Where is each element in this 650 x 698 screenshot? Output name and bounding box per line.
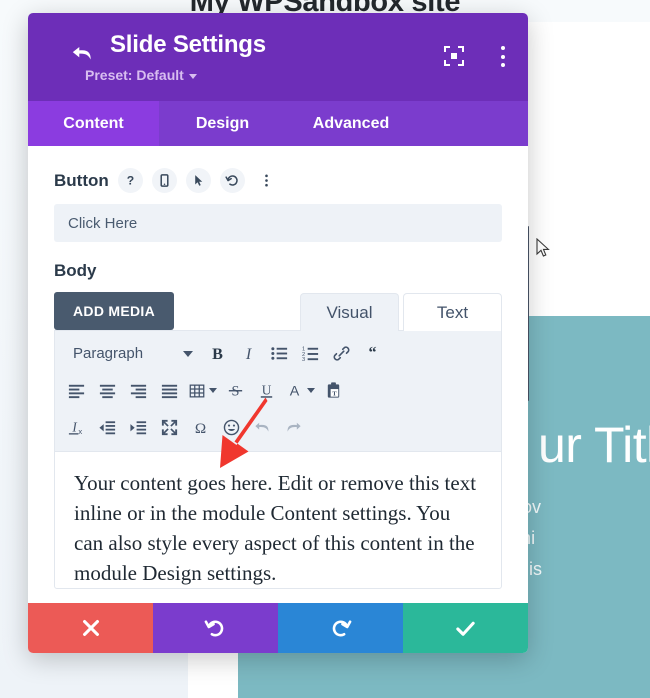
tab-design[interactable]: Design (159, 101, 286, 146)
body-field-group: Body ADD MEDIA Visual Text Paragraph B I… (28, 242, 528, 589)
chevron-down-icon (183, 350, 193, 357)
fullscreen-icon[interactable] (154, 412, 185, 443)
cancel-button[interactable] (28, 603, 153, 653)
svg-text:Ω: Ω (195, 420, 206, 437)
text-color-icon[interactable]: A (282, 375, 318, 406)
redo-icon (332, 619, 352, 636)
modal-body: Button ? Click Here Body ADD MEDIA Visua… (28, 146, 528, 603)
svg-text:A: A (290, 383, 300, 399)
tab-advanced[interactable]: Advanced (286, 101, 416, 146)
focus-mode-icon[interactable] (444, 46, 464, 66)
help-icon[interactable]: ? (117, 168, 143, 193)
table-icon[interactable] (185, 375, 220, 406)
reset-icon[interactable] (219, 168, 245, 193)
format-select-label: Paragraph (73, 345, 144, 362)
numbered-list-icon[interactable]: 1 2 3 (295, 338, 326, 369)
svg-text:B: B (212, 346, 223, 363)
overflow-menu-icon[interactable] (254, 168, 279, 193)
rich-text-editor: Paragraph B I 1 2 3 “ U A T I x Ω Your c… (54, 330, 502, 589)
svg-text:U: U (262, 382, 272, 397)
back-arrow-icon[interactable] (69, 40, 95, 66)
svg-text:I: I (71, 419, 77, 434)
clear-formatting-icon[interactable]: I x (61, 412, 92, 443)
editor-top-bar: ADD MEDIA Visual Text (54, 292, 502, 331)
button-text-input[interactable] (54, 204, 502, 242)
button-field-header: Button ? (54, 168, 502, 193)
body-field-label: Body (54, 261, 97, 280)
button-field-group: Button ? (28, 146, 528, 242)
save-button[interactable] (403, 603, 528, 653)
chevron-down-icon (209, 388, 217, 393)
underline-icon[interactable]: U (251, 375, 282, 406)
outdent-icon[interactable] (92, 412, 123, 443)
toolbar-row-1: Paragraph B I 1 2 3 “ (61, 335, 495, 372)
special-character-icon[interactable]: Ω (185, 412, 216, 443)
align-justify-icon[interactable] (154, 375, 185, 406)
svg-text:3: 3 (302, 357, 305, 363)
align-center-icon[interactable] (92, 375, 123, 406)
hover-state-icon[interactable] (185, 168, 211, 193)
editor-mode-tabs: Visual Text (300, 293, 502, 331)
svg-text:?: ? (127, 174, 134, 188)
svg-text:“: “ (368, 344, 376, 361)
tab-content[interactable]: Content (28, 101, 159, 146)
toolbar-row-2: S U (61, 372, 495, 409)
overflow-menu-icon[interactable] (500, 46, 505, 67)
format-select[interactable]: Paragraph (61, 338, 202, 369)
bold-icon[interactable]: B (202, 338, 233, 369)
undo-icon[interactable] (247, 412, 278, 443)
align-left-icon[interactable] (61, 375, 92, 406)
blockquote-icon[interactable]: “ (357, 338, 388, 369)
emoji-icon[interactable] (216, 412, 247, 443)
indent-icon[interactable] (123, 412, 154, 443)
checkmark-icon (456, 621, 475, 636)
svg-text:I: I (245, 346, 252, 363)
tab-text[interactable]: Text (403, 293, 502, 331)
modal-action-bar (28, 603, 528, 653)
italic-icon[interactable]: I (233, 338, 264, 369)
undo-icon (204, 619, 224, 636)
mobile-responsive-icon[interactable] (151, 168, 177, 193)
align-right-icon[interactable] (123, 375, 154, 406)
link-icon[interactable] (326, 338, 357, 369)
toolbar-row-3: I x Ω (61, 409, 495, 446)
modal-header: Slide Settings Preset: Default (28, 13, 528, 101)
strikethrough-icon[interactable]: S (220, 375, 251, 406)
redo-button[interactable] (278, 603, 403, 653)
modal-title: Slide Settings (110, 31, 266, 58)
chevron-down-icon (307, 388, 315, 393)
slide-settings-modal: Slide Settings Preset: Default Content D… (28, 13, 528, 653)
button-field-label: Button (54, 170, 109, 190)
close-icon (82, 620, 99, 636)
svg-text:T: T (332, 391, 337, 398)
editor-toolbar: Paragraph B I 1 2 3 “ U A T I x Ω (55, 331, 501, 452)
mouse-cursor (536, 238, 550, 257)
undo-button[interactable] (153, 603, 278, 653)
tab-visual[interactable]: Visual (300, 293, 399, 331)
redo-icon[interactable] (278, 412, 309, 443)
editor-content-text[interactable]: Your content goes here. Edit or remove t… (55, 452, 501, 588)
add-media-button[interactable]: ADD MEDIA (54, 292, 175, 330)
chevron-down-icon (188, 73, 197, 79)
preset-selector[interactable]: Preset: Default (85, 67, 197, 83)
paste-as-text-icon[interactable]: T (318, 375, 349, 406)
preset-label: Preset: Default (85, 67, 184, 83)
bulleted-list-icon[interactable] (264, 338, 295, 369)
slide-title: ur Titl (538, 417, 650, 473)
svg-text:x: x (78, 427, 82, 436)
screen: My WPSandbox site ne Pag ur Titl re. Edi… (0, 0, 650, 698)
modal-tabs: Content Design Advanced (28, 101, 528, 146)
